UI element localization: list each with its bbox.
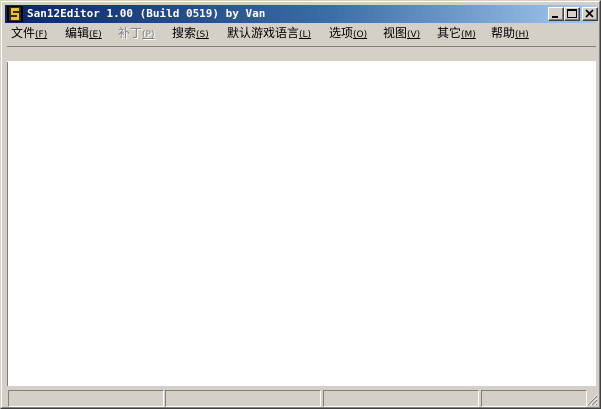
window-frame: San12Editor 1.00 (Build 0519) by Van 文件(…: [1, 1, 600, 408]
menu-search[interactable]: 搜索(S): [170, 24, 211, 43]
menu-other-label: 其它: [437, 26, 462, 40]
menu-edit-accel: (E): [89, 30, 102, 40]
menu-bar: 文件(F) 编辑(E) 补丁(P) 搜索(S) 默认游戏语言(L) 选项(O) …: [5, 24, 596, 43]
menu-options-label: 选项: [329, 26, 354, 40]
editor-client-area[interactable]: [7, 62, 596, 386]
menu-search-label: 搜索: [172, 26, 197, 40]
toolbar-area: [7, 46, 596, 62]
menu-language-label: 默认游戏语言: [227, 26, 300, 40]
menu-options-accel: (O): [353, 30, 368, 40]
menu-other[interactable]: 其它(M): [435, 24, 478, 43]
status-panel-2: [165, 390, 321, 407]
menu-patch[interactable]: 补丁(P): [116, 24, 156, 43]
app-icon[interactable]: [7, 6, 23, 22]
menu-file-accel: (F): [35, 30, 48, 40]
minimize-button[interactable]: [548, 7, 564, 21]
menu-default-game-language[interactable]: 默认游戏语言(L): [225, 24, 313, 43]
menu-search-accel: (S): [196, 30, 209, 40]
resize-grip-icon[interactable]: [585, 393, 598, 406]
close-button[interactable]: [582, 7, 598, 21]
maximize-button[interactable]: [564, 7, 580, 21]
status-panel-3: [323, 390, 479, 407]
menu-help-label: 帮助: [491, 26, 516, 40]
menu-edit-label: 编辑: [65, 26, 90, 40]
menu-language-accel: (L): [299, 30, 312, 40]
menu-view-label: 视图: [383, 26, 408, 40]
menu-file-label: 文件: [11, 26, 36, 40]
status-bar: [5, 389, 598, 407]
menu-patch-accel: (P): [142, 30, 155, 40]
menu-view-accel: (V): [407, 30, 421, 40]
title-bar[interactable]: San12Editor 1.00 (Build 0519) by Van: [5, 5, 598, 23]
menu-other-accel: (M): [461, 30, 476, 40]
menu-patch-label: 补丁: [118, 26, 143, 40]
minimize-icon: [552, 16, 558, 18]
maximize-icon: [567, 9, 577, 18]
main-window: San12Editor 1.00 (Build 0519) by Van 文件(…: [0, 0, 601, 409]
status-panel-4: [481, 390, 587, 407]
menu-help[interactable]: 帮助(H): [489, 24, 531, 43]
window-title: San12Editor 1.00 (Build 0519) by Van: [27, 7, 266, 20]
menu-edit[interactable]: 编辑(E): [63, 24, 104, 43]
menu-view[interactable]: 视图(V): [381, 24, 422, 43]
menu-help-accel: (H): [515, 30, 529, 40]
menu-file[interactable]: 文件(F): [9, 24, 49, 43]
menu-options[interactable]: 选项(O): [327, 24, 369, 43]
close-icon: [585, 9, 594, 18]
status-panel-1: [8, 390, 164, 407]
